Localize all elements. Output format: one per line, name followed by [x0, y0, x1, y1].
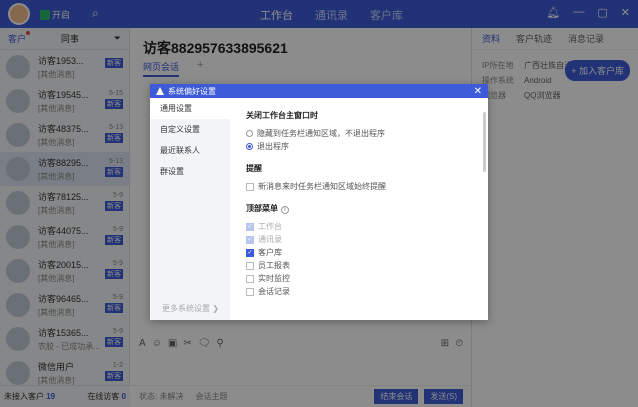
- option-label: 新消息来时任务栏通知区域始终提醒: [258, 182, 386, 191]
- sidebar-item-group[interactable]: 群设置: [150, 161, 230, 182]
- dialog-title: 系统偏好设置: [168, 86, 216, 96]
- more-settings-link[interactable]: 更多系统设置 ❯: [162, 303, 219, 314]
- close-exit-option[interactable]: 退出程序: [246, 140, 472, 153]
- checkbox-icon: [246, 182, 254, 191]
- menu-option: ✓ 通讯录: [246, 233, 472, 246]
- preferences-dialog: 系统偏好设置 ✕ 通用设置 自定义设置 最近联系人 群设置 更多系统设置 ❯ 关…: [150, 84, 488, 320]
- option-label: 工作台: [258, 222, 282, 231]
- dialog-body: 通用设置 自定义设置 最近联系人 群设置 更多系统设置 ❯ 关闭工作台主窗口时 …: [150, 98, 488, 320]
- checkbox-icon: ✓: [246, 235, 254, 244]
- top-menu-label: 顶部菜单: [246, 204, 278, 213]
- sidebar-item-general[interactable]: 通用设置: [150, 98, 230, 119]
- top-menu-items: ✓ 工作台 ✓ 通讯录 ✓ 客户库员工报表实时监控会话记录: [246, 220, 472, 298]
- radio-icon: [246, 130, 253, 137]
- option-label: 隐藏到任务栏通知区域，不退出程序: [257, 129, 385, 138]
- option-label: 实时监控: [258, 274, 290, 283]
- settings-sidebar: 通用设置 自定义设置 最近联系人 群设置 更多系统设置 ❯: [150, 98, 230, 320]
- checkbox-icon: [246, 274, 254, 283]
- option-label: 退出程序: [257, 142, 289, 151]
- sidebar-item-custom[interactable]: 自定义设置: [150, 119, 230, 140]
- menu-option: ✓ 工作台: [246, 220, 472, 233]
- close-dialog-button[interactable]: ✕: [474, 86, 482, 97]
- remind-option[interactable]: 新消息来时任务栏通知区域始终提醒: [246, 180, 472, 193]
- settings-content: 关闭工作台主窗口时 隐藏到任务栏通知区域，不退出程序 退出程序 提醒 新消息来时…: [230, 98, 488, 320]
- checkbox-icon: ✓: [246, 248, 254, 257]
- app-logo-icon: [156, 87, 164, 95]
- option-label: 客户库: [258, 248, 282, 257]
- menu-option[interactable]: 会话记录: [246, 285, 472, 298]
- checkbox-icon: [246, 261, 254, 270]
- option-label: 会话记录: [258, 287, 290, 296]
- settings-scrollbar[interactable]: [483, 112, 486, 172]
- dialog-header: 系统偏好设置 ✕: [150, 84, 488, 98]
- info-icon[interactable]: i: [281, 206, 289, 214]
- close-hide-option[interactable]: 隐藏到任务栏通知区域，不退出程序: [246, 127, 472, 140]
- menu-option[interactable]: ✓ 客户库: [246, 246, 472, 259]
- menu-option[interactable]: 实时监控: [246, 272, 472, 285]
- option-label: 通讯录: [258, 235, 282, 244]
- radio-selected-icon: [246, 143, 253, 150]
- checkbox-icon: ✓: [246, 222, 254, 231]
- top-menu-title: 顶部菜单 i: [246, 203, 472, 214]
- option-label: 员工报表: [258, 261, 290, 270]
- remind-title: 提醒: [246, 164, 262, 173]
- sidebar-item-recent-contacts[interactable]: 最近联系人: [150, 140, 230, 161]
- menu-option[interactable]: 员工报表: [246, 259, 472, 272]
- checkbox-icon: [246, 287, 254, 296]
- close-behavior-title: 关闭工作台主窗口时: [246, 111, 318, 120]
